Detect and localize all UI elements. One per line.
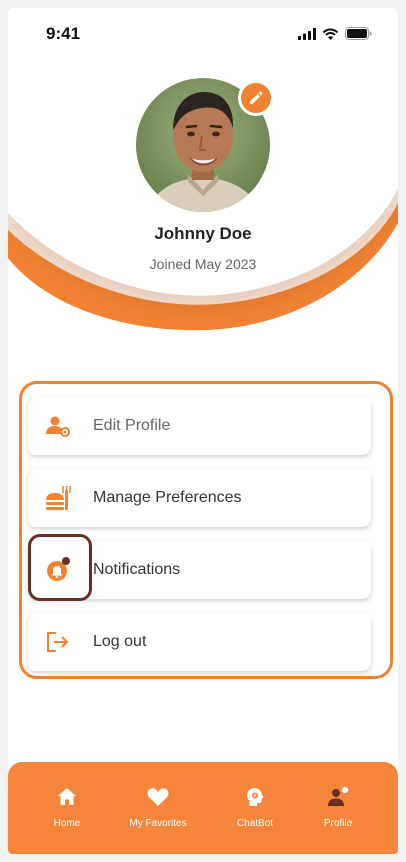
user-settings-icon (46, 416, 70, 437)
nav-item-profile[interactable]: Profile (293, 784, 383, 829)
menu-item-log-out[interactable]: Log out (28, 613, 371, 671)
notifications-highlight (28, 534, 92, 601)
logout-icon (47, 632, 69, 652)
nav-item-favorites[interactable]: My Favorites (113, 784, 203, 829)
status-time: 9:41 (46, 24, 81, 43)
menu-item-manage-preferences[interactable]: Manage Preferences (28, 469, 371, 527)
battery-icon (345, 27, 372, 40)
home-icon (58, 788, 76, 805)
pencil-icon (250, 91, 263, 104)
profile-icon (328, 786, 349, 806)
heart-icon (147, 788, 169, 806)
food-preferences-icon (46, 486, 71, 510)
profile-joined-date: Joined May 2023 (149, 256, 257, 272)
app-screen: 9:41 Johnny Doe Joined May 2023 Edit Pro… (8, 8, 398, 854)
wifi-icon (322, 28, 339, 40)
brain-head-icon (247, 788, 264, 806)
avatar-container (136, 78, 274, 212)
signal-icon (298, 27, 316, 40)
nav-item-chatbot[interactable]: ChatBot (210, 784, 300, 829)
menu-item-label: Notifications (93, 561, 181, 578)
profile-name: Johnny Doe (154, 224, 252, 243)
nav-item-home[interactable]: Home (22, 784, 112, 829)
menu-item-edit-profile[interactable]: Edit Profile (28, 397, 371, 455)
menu-item-label: Manage Preferences (93, 489, 242, 506)
bottom-nav: Home My Favorites ChatBot Profile (8, 762, 398, 854)
status-bar: 9:41 (8, 8, 398, 58)
edit-avatar-button[interactable] (238, 80, 274, 116)
menu-item-label: Log out (93, 633, 147, 650)
menu-item-label: Edit Profile (93, 417, 171, 434)
